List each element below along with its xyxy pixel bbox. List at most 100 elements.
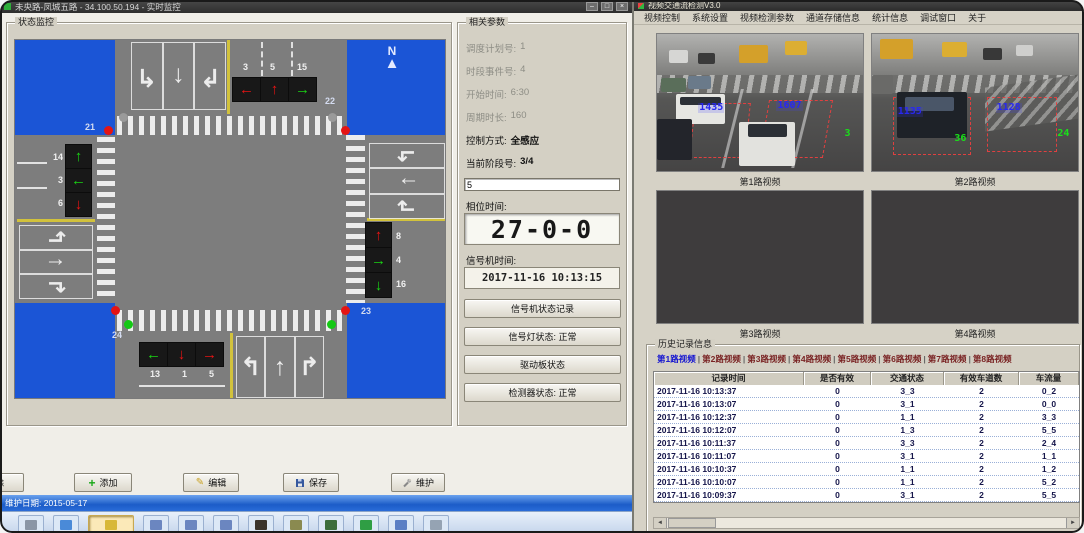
- history-group-label: 历史记录信息: [655, 339, 715, 350]
- video-channel-2[interactable]: 113511283624: [871, 33, 1079, 172]
- panel-button[interactable]: 信号机状态记录: [464, 299, 621, 318]
- video-channel-4[interactable]: [871, 190, 1079, 324]
- menu-item[interactable]: 系统设置: [686, 11, 734, 24]
- taskbar-app[interactable]: [283, 515, 309, 533]
- taskbar-app[interactable]: [353, 515, 379, 533]
- taskbar-app-icon: [395, 520, 407, 530]
- table-cell: 2017-11-16 10:12:07: [654, 424, 804, 436]
- horizontal-scrollbar[interactable]: ◄ ►: [653, 517, 1080, 529]
- panel-button[interactable]: 检测器状态: 正常: [464, 383, 621, 402]
- lane-number: 3: [243, 62, 248, 72]
- scroll-left-button[interactable]: ◄: [654, 518, 667, 528]
- panel-button[interactable]: 驱动板状态: [464, 355, 621, 374]
- maintain-button[interactable]: 维护: [391, 473, 445, 492]
- vehicle-count-overlay: 1128: [996, 103, 1022, 113]
- scroll-right-button[interactable]: ►: [1066, 518, 1079, 528]
- crosswalk-left: [97, 137, 115, 301]
- taskbar-app-icon: [60, 520, 72, 530]
- param-label: 周期时长:: [466, 110, 507, 124]
- menu-bar: 视频控制系统设置视频检测参数通道存储信息统计信息调试窗口关于: [634, 11, 1084, 25]
- lane-arrows-right: ↰ ↑ ↱: [369, 143, 445, 219]
- edit-button[interactable]: ✎ 编辑: [183, 473, 239, 492]
- history-tab[interactable]: 第7路视频: [926, 354, 969, 364]
- taskbar-app[interactable]: [388, 515, 414, 533]
- taskbar-app[interactable]: [248, 515, 274, 533]
- window-title: 未央路-凤城五路 - 34.100.50.194 - 实时监控: [15, 1, 181, 13]
- video-channel-1[interactable]: 143516073: [656, 33, 864, 172]
- history-tab[interactable]: 第3路视频: [745, 354, 788, 364]
- lane-cell: ↰: [236, 336, 265, 398]
- table-cell: 3_3: [871, 385, 944, 397]
- lane-number: 8: [396, 231, 412, 241]
- table-row[interactable]: 2017-11-16 10:12:3701_123_3: [654, 411, 1079, 424]
- taskbar-app[interactable]: [18, 515, 44, 533]
- taskbar-app[interactable]: [318, 515, 344, 533]
- table-row[interactable]: 2017-11-16 10:11:0703_121_1: [654, 450, 1079, 463]
- delete-button[interactable]: 删除: [0, 473, 24, 492]
- menu-item[interactable]: 关于: [962, 11, 992, 24]
- taskbar-app[interactable]: [423, 515, 449, 533]
- crosswalk-bottom: [117, 310, 345, 331]
- scene-vehicle: [880, 39, 913, 58]
- history-tab[interactable]: 第6路视频: [881, 354, 924, 364]
- maximize-button[interactable]: □: [601, 2, 613, 11]
- table-cell: 0_2: [1019, 385, 1079, 397]
- lane-turn-right-icon: ↱: [396, 197, 418, 215]
- scene-vehicle: [698, 53, 714, 64]
- lane-number: 14: [46, 152, 63, 162]
- video-detection-window: 视频交通流检测V3.0 视频控制系统设置视频检测参数通道存储信息统计信息调试窗口…: [632, 0, 1084, 533]
- close-button[interactable]: ×: [616, 2, 628, 11]
- taskbar-app-icon: [25, 520, 37, 530]
- minimize-button[interactable]: –: [586, 2, 598, 11]
- history-tab[interactable]: 第1路视频: [655, 354, 698, 364]
- table-row[interactable]: 2017-11-16 10:10:0701_125_2: [654, 476, 1079, 489]
- table-row[interactable]: 2017-11-16 10:13:3703_320_2: [654, 385, 1079, 398]
- table-cell: 5_5: [1019, 424, 1079, 436]
- lane-number: 1: [182, 369, 187, 379]
- save-button[interactable]: 保存: [283, 473, 339, 492]
- menu-item[interactable]: 视频检测参数: [734, 11, 800, 24]
- scene-vehicle: [872, 75, 893, 94]
- lane-number: 16: [396, 279, 412, 289]
- video-label-1: 第1路视频: [656, 175, 864, 188]
- taskbar-app[interactable]: [213, 515, 239, 533]
- taskbar-app[interactable]: [88, 515, 134, 533]
- taskbar-app[interactable]: [53, 515, 79, 533]
- taskbar-app[interactable]: [178, 515, 204, 533]
- taskbar-app-icon: [325, 520, 337, 530]
- menu-item[interactable]: 通道存储信息: [800, 11, 866, 24]
- table-cell: 2017-11-16 10:13:37: [654, 385, 804, 397]
- table-row[interactable]: 2017-11-16 10:13:0703_120_0: [654, 398, 1079, 411]
- history-tab[interactable]: 第2路视频: [700, 354, 743, 364]
- lane-cell: ↑: [265, 336, 294, 398]
- taskbar-app-icon: [105, 520, 117, 530]
- history-tab[interactable]: 第8路视频: [971, 354, 1014, 364]
- table-cell: 2017-11-16 10:12:37: [654, 411, 804, 423]
- signal-cell: →: [196, 343, 223, 366]
- table-cell: 2: [944, 463, 1019, 475]
- video-channel-3[interactable]: [656, 190, 864, 324]
- lane-number: 3: [46, 175, 63, 185]
- menu-item[interactable]: 调试窗口: [914, 11, 962, 24]
- table-row[interactable]: 2017-11-16 10:10:3701_121_2: [654, 463, 1079, 476]
- scroll-thumb[interactable]: [668, 518, 716, 528]
- table-row[interactable]: 2017-11-16 10:11:3703_322_4: [654, 437, 1079, 450]
- taskbar-app-icon: [220, 520, 232, 530]
- taskbar-app[interactable]: [143, 515, 169, 533]
- lane-numbers-left: 14 3 6: [46, 146, 63, 214]
- menu-item[interactable]: 统计信息: [866, 11, 914, 24]
- history-tab[interactable]: 第4路视频: [790, 354, 833, 364]
- table-row[interactable]: 2017-11-16 10:09:3703_125_5: [654, 489, 1079, 502]
- current-phase-input[interactable]: [464, 178, 620, 191]
- menu-item[interactable]: 视频控制: [638, 11, 686, 24]
- signal-time-label: 信号机时间:: [466, 253, 516, 267]
- lane-arrows-left: ↰ ↑ ↱: [19, 225, 93, 299]
- history-tab[interactable]: 第5路视频: [836, 354, 879, 364]
- panel-button[interactable]: 信号灯状态: 正常: [464, 327, 621, 346]
- table-row[interactable]: 2017-11-16 10:12:0701_325_5: [654, 424, 1079, 437]
- lane-number: 13: [150, 369, 160, 379]
- scene-vehicle: [657, 119, 692, 160]
- lane-cell: ↱: [19, 274, 93, 299]
- add-button[interactable]: + 添加: [74, 473, 132, 492]
- lane-straight-icon: ↑: [172, 64, 185, 89]
